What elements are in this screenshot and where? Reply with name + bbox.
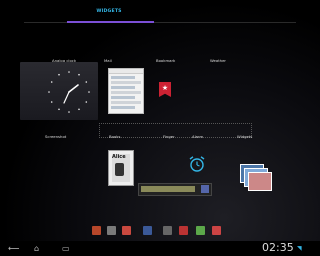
dock-app-icon[interactable] [163,226,172,235]
alarm-clock-icon[interactable] [188,155,206,173]
tab-divider [24,22,296,23]
widget-analog-clock[interactable] [20,62,98,120]
status-clock: 02:35 [262,241,294,254]
facebook-icon[interactable] [143,226,152,235]
widget-mail[interactable] [108,68,144,114]
dock-app-icon[interactable] [92,226,101,235]
widget-label-finger: Finger [163,134,175,139]
wifi-signal-icon: ◥ [297,245,302,252]
widget-label-mail: Mail [104,58,112,63]
widget-label-alarm: Alarm [192,134,204,139]
dock-app-icon[interactable] [196,226,205,235]
widget-label-gallery: Widgets [237,134,253,139]
dock-app-icon[interactable] [107,226,116,235]
tab-indicator [67,21,154,23]
widget-bookmark-icon[interactable]: ★ [159,82,171,97]
dock-app-icon[interactable] [179,226,188,235]
dock-app-icon[interactable] [212,226,221,235]
widget-weather-placeholder [99,123,252,138]
widget-label-weather: Weather [210,58,226,63]
gmail-icon[interactable] [122,226,131,235]
home-icon[interactable]: ⌂ [34,244,39,253]
back-icon[interactable]: ⟵ [8,244,19,253]
widget-label-books: Books [109,134,121,139]
recents-icon[interactable]: ▭ [62,244,70,253]
widget-label-screenshot: Screenshot [45,134,67,139]
widget-books[interactable]: Alice [108,150,134,186]
book-cover-title: Alice [112,154,126,160]
widget-strip[interactable] [138,183,212,196]
widget-gallery[interactable] [238,164,272,192]
clock-face-icon [48,71,90,113]
tab-widgets[interactable]: WIDGETS [88,9,130,14]
widgets-screen: WIDGETS Analog clock Mail Bookmark Weath… [0,0,320,256]
widget-label-bookmark: Bookmark [156,58,176,63]
